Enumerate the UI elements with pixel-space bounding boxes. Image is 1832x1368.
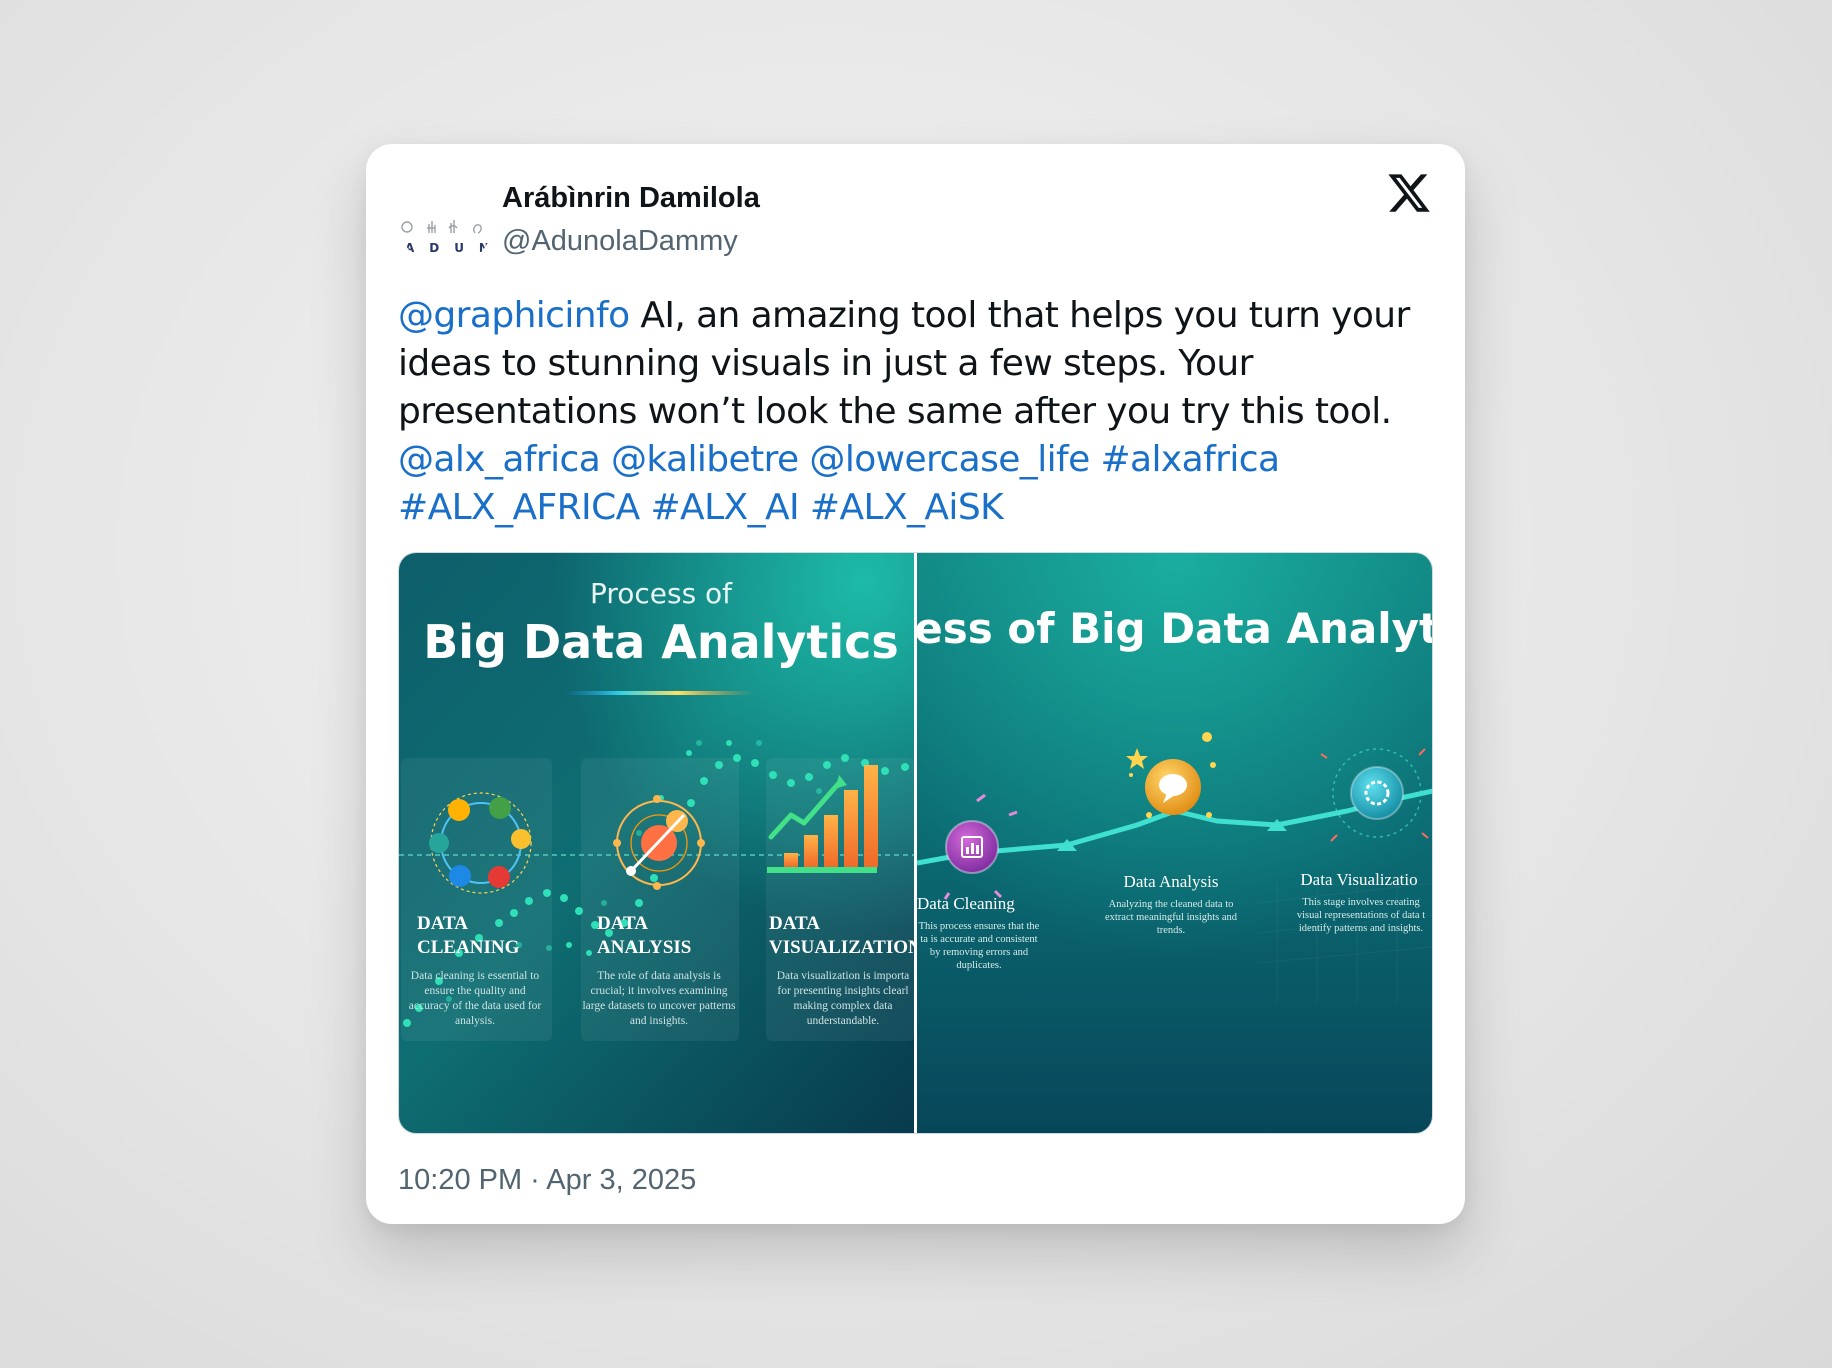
step1-desc: Data cleaning is essential to [411, 970, 540, 982]
step1-desc: accuracy of the data used for [409, 1000, 542, 1012]
tweet-text: @graphicinfo AI, an amazing tool that he… [398, 292, 1438, 532]
step2-line1: DATA [597, 913, 648, 934]
image2-step3-desc: visual representations of data t [1297, 910, 1425, 921]
mention-graphicinfo[interactable]: @graphicinfo [398, 295, 630, 336]
avatar[interactable]: A D U N [399, 174, 493, 268]
image1-subtitle: Process of [590, 577, 733, 610]
step3-desc: Data visualization is importa [777, 970, 910, 982]
hashtag-alx-africa-caps[interactable]: #ALX_AFRICA [398, 487, 640, 528]
image2-title: ocess of Big Data Analyti [917, 604, 1432, 653]
step1-desc: analysis. [455, 1015, 495, 1027]
hashtag-alx-ai[interactable]: #ALX_AI [650, 487, 799, 528]
step3-desc: understandable. [807, 1015, 880, 1027]
image2-step3-label: Data Visualizatio [1300, 870, 1417, 889]
mention-alx-africa[interactable]: @alx_africa [398, 439, 601, 480]
image2-step1-desc: This process ensures that the [919, 921, 1040, 932]
step1-line2: CLEANING [417, 937, 520, 958]
step3-desc: making complex data [794, 1000, 893, 1012]
media-image-2[interactable]: ocess of Big Data Analyti [917, 553, 1432, 1133]
tweet-card: A D U N Arábìnrin Damilola @AdunolaDammy… [366, 144, 1465, 1224]
step2-desc: large datasets to uncover patterns [582, 1000, 736, 1012]
mention-lowercase-life[interactable]: @lowercase_life [809, 439, 1090, 480]
x-logo-icon[interactable] [1386, 170, 1432, 216]
image2-step2-desc: trends. [1157, 925, 1185, 936]
step2-desc: The role of data analysis is [597, 970, 721, 982]
tweet-media: Process of Big Data Analytics DATA CLEAN… [398, 552, 1433, 1134]
user-names: Arábìnrin Damilola @AdunolaDammy [502, 179, 760, 260]
image2-step2-desc: Analyzing the cleaned data to [1109, 899, 1234, 910]
step3-desc: for presenting insights clearl [777, 985, 908, 997]
tweet-timestamp[interactable]: 10:20 PM · Apr 3, 2025 [398, 1162, 696, 1198]
image2-step1-desc: by removing errors and [930, 947, 1029, 958]
avatar-letters: A D U N [405, 241, 489, 255]
step2-line2: ANALYSIS [597, 937, 691, 958]
hashtag-alx-aisk[interactable]: #ALX_AiSK [810, 487, 1004, 528]
display-name[interactable]: Arábìnrin Damilola [502, 179, 760, 217]
step3-line2: VISUALIZATION [769, 937, 914, 958]
mention-kalibetre[interactable]: @kalibetre [611, 439, 799, 480]
image1-title: Big Data Analytics [423, 615, 899, 669]
image2-step3-desc: This stage involves creating [1302, 897, 1420, 908]
avatar-letter: N [478, 241, 489, 255]
step1-desc: ensure the quality and [424, 985, 525, 997]
image2-step1-desc: duplicates. [956, 960, 1001, 971]
user-handle[interactable]: @AdunolaDammy [502, 222, 760, 260]
avatar-letter: A [405, 241, 415, 255]
image2-step3-desc: identify patterns and insights. [1299, 923, 1423, 934]
media-image-1[interactable]: Process of Big Data Analytics DATA CLEAN… [399, 553, 914, 1133]
step2-desc: crucial; it involves examining [590, 985, 727, 997]
image2-step2-desc: extract meaningful insights and [1105, 912, 1238, 923]
hashtag-alxafrica[interactable]: #alxafrica [1100, 439, 1280, 480]
image2-step1-label: Data Cleaning [917, 894, 1015, 913]
image2-step2-label: Data Analysis [1124, 872, 1219, 891]
step3-line1: DATA [769, 913, 820, 934]
avatar-letter: U [454, 241, 464, 255]
hand-signs-icon [401, 220, 482, 234]
image2-step1-desc: ta is accurate and consistent [920, 934, 1037, 945]
tweet-header: A D U N Arábìnrin Damilola @AdunolaDammy [399, 174, 760, 268]
step1-line1: DATA [417, 913, 468, 934]
step2-desc: and insights. [630, 1015, 688, 1027]
avatar-letter: D [429, 241, 440, 255]
